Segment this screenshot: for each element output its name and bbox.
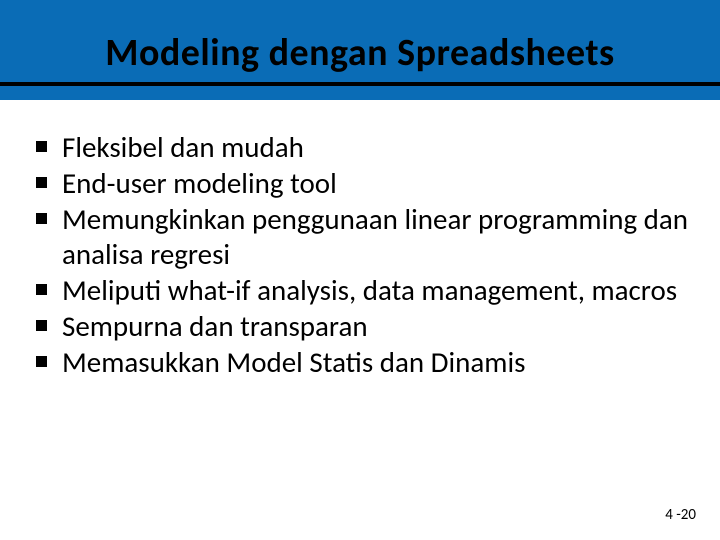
- list-item: End-user modeling tool: [30, 166, 690, 200]
- list-item: Fleksibel dan mudah: [30, 130, 690, 164]
- slide-title: Modeling dengan Spreadsheets: [105, 30, 614, 76]
- bullet-list: Fleksibel dan mudah End-user modeling to…: [30, 130, 690, 380]
- list-item: Meliputi what-if analysis, data manageme…: [30, 273, 690, 307]
- list-item: Memasukkan Model Statis dan Dinamis: [30, 345, 690, 379]
- list-item: Memungkinkan penggunaan linear programmi…: [30, 202, 690, 270]
- content-area: Fleksibel dan mudah End-user modeling to…: [0, 100, 720, 380]
- title-underline: [0, 82, 720, 86]
- title-band: Modeling dengan Spreadsheets: [0, 0, 720, 100]
- list-item: Sempurna dan transparan: [30, 309, 690, 343]
- slide-number: 4 -20: [665, 506, 696, 524]
